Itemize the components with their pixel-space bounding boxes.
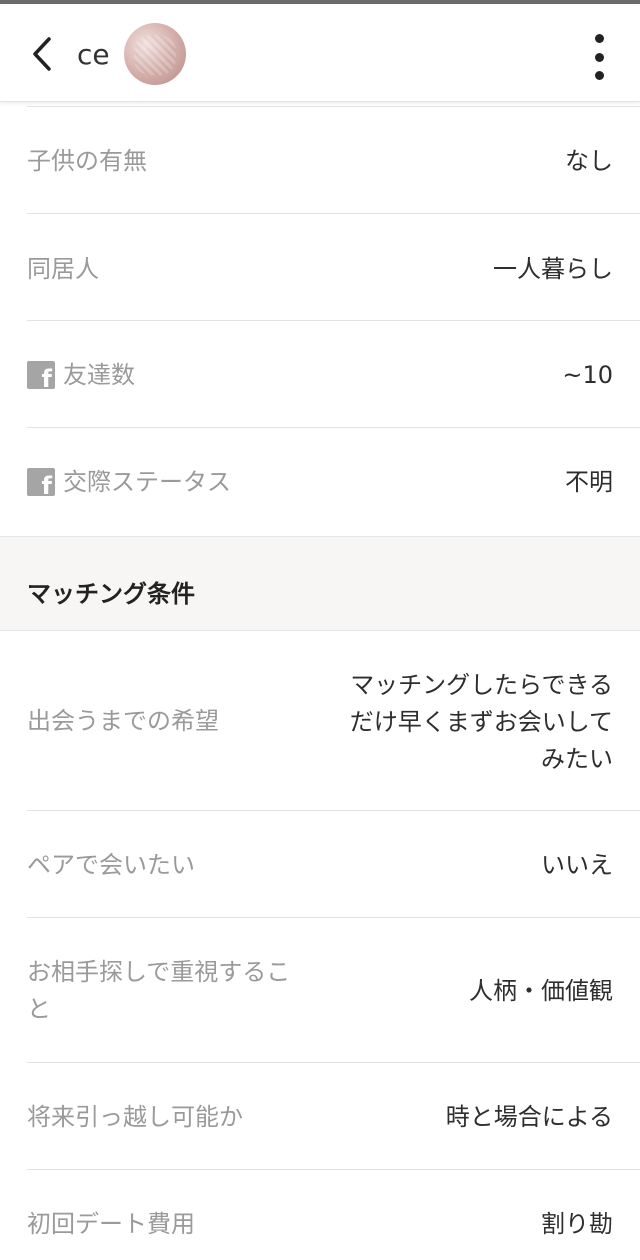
list-item: 同居人 一人暮らし bbox=[0, 214, 640, 321]
row-value: 人柄・価値観 bbox=[469, 977, 613, 1005]
profile-name: ce bbox=[77, 38, 110, 71]
profile-content: 子供の有無 なし 同居人 一人暮らし f 友達数 ~10 f 交際ステータス 不… bbox=[0, 102, 640, 1260]
chevron-left-icon bbox=[33, 37, 51, 71]
facebook-icon: f bbox=[27, 468, 55, 496]
row-value-line: だけ早くまずお会いして bbox=[349, 708, 613, 736]
row-label-text: 交際ステータス bbox=[63, 468, 231, 496]
list-item: f 交際ステータス 不明 bbox=[0, 428, 640, 536]
row-value: 時と場合による bbox=[445, 1103, 613, 1131]
row-label: 将来引っ越し可能か bbox=[27, 1103, 243, 1131]
row-value-line: マッチングしたらできる bbox=[350, 671, 613, 699]
list-item: 初回デート費用 割り勘 bbox=[0, 1170, 640, 1260]
list-item: 出会うまでの希望 マッチングしたらできる だけ早くまずお会いして みたい bbox=[0, 631, 640, 811]
row-label: 初回デート費用 bbox=[27, 1210, 195, 1238]
row-label: ペアで会いたい bbox=[27, 851, 195, 879]
row-label-text: 友達数 bbox=[63, 361, 135, 389]
list-item: ペアで会いたい いいえ bbox=[0, 811, 640, 918]
facebook-icon: f bbox=[27, 361, 55, 389]
list-item: 子供の有無 なし bbox=[0, 107, 640, 214]
row-label: 子供の有無 bbox=[27, 147, 147, 175]
row-value: いいえ bbox=[541, 851, 613, 879]
more-options-button[interactable] bbox=[584, 32, 614, 82]
row-value: マッチングしたらできる だけ早くまずお会いして みたい bbox=[350, 667, 613, 778]
app-header: ce bbox=[0, 4, 640, 102]
row-label: 同居人 bbox=[27, 255, 99, 283]
row-value: なし bbox=[565, 147, 613, 175]
row-label: f 友達数 bbox=[27, 357, 135, 393]
back-button[interactable] bbox=[22, 32, 62, 76]
list-item: 将来引っ越し可能か 時と場合による bbox=[0, 1063, 640, 1170]
list-item: お相手探しで重視するこ と 人柄・価値観 bbox=[0, 918, 640, 1063]
row-label: 出会うまでの希望 bbox=[27, 707, 219, 735]
more-vertical-icon bbox=[594, 34, 604, 43]
list-item: f 友達数 ~10 bbox=[0, 321, 640, 428]
row-value: 一人暮らし bbox=[493, 255, 613, 283]
more-vertical-icon-dot bbox=[594, 52, 604, 62]
row-value: 不明 bbox=[565, 468, 613, 496]
row-label: お相手探しで重視するこ と bbox=[27, 954, 290, 1028]
row-value: 割り勘 bbox=[541, 1210, 613, 1238]
avatar[interactable] bbox=[124, 23, 186, 85]
row-label-line: と bbox=[27, 995, 51, 1023]
row-value: ~10 bbox=[562, 361, 613, 389]
section-title: マッチング条件 bbox=[27, 580, 195, 608]
more-vertical-icon-dot bbox=[594, 71, 604, 80]
row-label: f 交際ステータス bbox=[27, 464, 231, 500]
row-value-line: みたい bbox=[541, 745, 613, 773]
section-header: マッチング条件 bbox=[0, 536, 640, 631]
row-label-line: お相手探しで重視するこ bbox=[27, 958, 291, 986]
